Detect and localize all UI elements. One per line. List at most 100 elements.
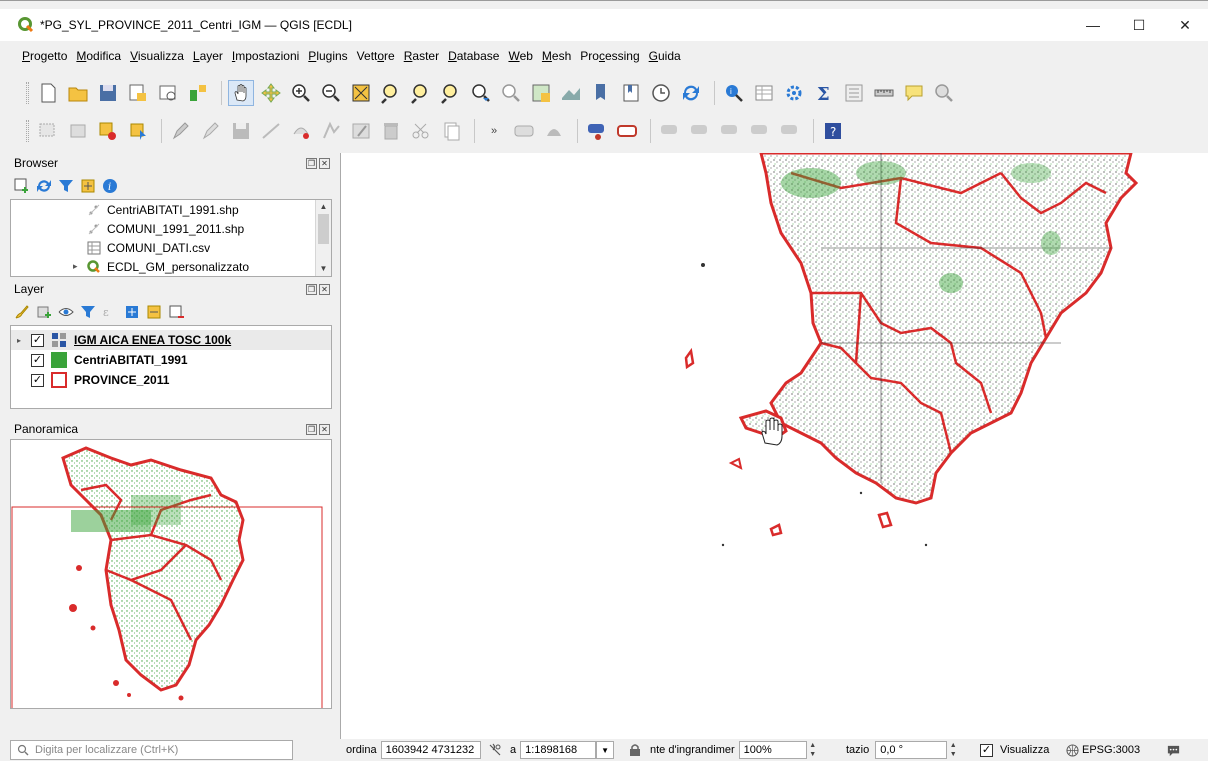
layer-visibility-checkbox[interactable]: ✓	[31, 353, 44, 367]
close-panel-button[interactable]: ✕	[319, 157, 330, 169]
remove-layer-icon[interactable]	[168, 304, 184, 320]
move-label-button[interactable]	[657, 118, 683, 144]
current-edits-button[interactable]	[168, 118, 194, 144]
rotation-field[interactable]: 0,0 °	[875, 741, 948, 759]
open-attribute-table-button[interactable]	[751, 80, 777, 106]
overview-map[interactable]	[10, 439, 332, 709]
menu-item[interactable]: Impostazioni	[232, 49, 299, 63]
copy-features-button[interactable]	[438, 118, 464, 144]
filter-expression-icon[interactable]: ε	[102, 304, 118, 320]
layer-visibility-checkbox[interactable]: ✓	[31, 333, 44, 347]
diagram-tool-button[interactable]	[777, 118, 803, 144]
zoom-to-selection-button[interactable]	[378, 80, 404, 106]
toggle-editing-button[interactable]	[198, 118, 224, 144]
new-print-layout-button[interactable]	[125, 80, 151, 106]
menu-item[interactable]: Web	[508, 49, 532, 63]
eye-icon[interactable]	[58, 304, 74, 320]
toolbar-grip[interactable]	[26, 120, 29, 142]
info-icon[interactable]: i	[102, 178, 118, 194]
menu-item[interactable]: Database	[448, 49, 499, 63]
help-button[interactable]: ?	[820, 118, 846, 144]
browser-scrollbar[interactable]: ▲ ▼	[315, 200, 331, 276]
menu-item[interactable]: Modifica	[76, 49, 121, 63]
minimize-button[interactable]: —	[1070, 9, 1116, 41]
filter-icon[interactable]	[58, 178, 74, 194]
layer-item[interactable]: ✓ CentriABITATI_1991	[11, 350, 331, 370]
layer-item[interactable]: ✓ PROVINCE_2011	[11, 370, 331, 390]
menu-item[interactable]: Processing	[580, 49, 639, 63]
measure-button[interactable]	[871, 80, 897, 106]
more-tools-button[interactable]: »	[481, 118, 507, 144]
magnifier-field[interactable]: 100%	[738, 741, 807, 759]
close-button[interactable]: ✕	[1162, 9, 1208, 41]
crs-section[interactable]: EPSG:3003	[1066, 740, 1140, 760]
multi-edit-button[interactable]	[318, 118, 344, 144]
select-by-value-button[interactable]	[65, 118, 91, 144]
menu-item[interactable]: Visualizza	[130, 49, 184, 63]
highlight-labels-button[interactable]	[614, 118, 640, 144]
scroll-down-arrow[interactable]: ▼	[316, 262, 331, 276]
paint-brush-icon[interactable]	[14, 304, 30, 320]
scroll-up-arrow[interactable]: ▲	[316, 200, 331, 214]
locator-search[interactable]: Digita per localizzare (Ctrl+K)	[10, 740, 293, 760]
vertex-tool-button[interactable]	[288, 118, 314, 144]
add-layer-icon[interactable]	[14, 178, 30, 194]
save-project-button[interactable]	[95, 80, 121, 106]
open-project-button[interactable]	[65, 80, 91, 106]
select-features-button[interactable]	[35, 118, 61, 144]
menu-item[interactable]: Layer	[193, 49, 223, 63]
browser-item[interactable]: CentriABITATI_1991.shp	[11, 200, 331, 219]
zoom-native-button[interactable]	[438, 80, 464, 106]
menu-item[interactable]: Guida	[649, 49, 681, 63]
zoom-out-button[interactable]	[318, 80, 344, 106]
delete-selected-button[interactable]	[378, 118, 404, 144]
new-bookmark-button[interactable]	[588, 80, 614, 106]
cut-features-button[interactable]	[408, 118, 434, 144]
zoom-in-button[interactable]	[288, 80, 314, 106]
map-tips-button[interactable]	[901, 80, 927, 106]
scale-dropdown-button[interactable]: ▼	[596, 741, 615, 759]
menu-item[interactable]: Progetto	[22, 49, 67, 63]
deselect-features-button[interactable]	[95, 118, 121, 144]
collapse-all-icon[interactable]	[80, 178, 96, 194]
identify-features-button[interactable]: i	[721, 80, 747, 106]
temporal-controller-button[interactable]	[648, 80, 674, 106]
zoom-to-layer-button[interactable]	[408, 80, 434, 106]
menu-item[interactable]: Mesh	[542, 49, 571, 63]
browser-item[interactable]: ▸ ECDL_GM_personalizzato	[11, 257, 331, 276]
close-panel-button[interactable]: ✕	[319, 423, 330, 435]
toolbox-button[interactable]	[781, 80, 807, 106]
expand-arrow-icon[interactable]: ▸	[73, 261, 87, 272]
render-checkbox[interactable]: ✓	[980, 743, 993, 757]
label-tool-button[interactable]	[511, 118, 537, 144]
scale-field[interactable]: 1:1898168	[520, 741, 597, 759]
expand-all-icon[interactable]	[124, 304, 140, 320]
float-panel-button[interactable]: ❐	[306, 423, 317, 435]
menu-item[interactable]: Vettore	[357, 49, 395, 63]
coordinate-field[interactable]: 1603942 4731232	[380, 741, 481, 759]
pan-to-selection-button[interactable]	[258, 80, 284, 106]
layer-item[interactable]: ▸ ✓ IGM AICA ENEA TOSC 100k	[11, 330, 331, 350]
add-group-icon[interactable]	[36, 304, 52, 320]
layout-manager-button[interactable]	[155, 80, 181, 106]
pin-labels-button[interactable]	[584, 118, 610, 144]
label-settings-button[interactable]	[541, 118, 567, 144]
map-canvas[interactable]	[340, 153, 1208, 739]
float-panel-button[interactable]: ❐	[306, 157, 317, 169]
change-label-button[interactable]	[747, 118, 773, 144]
expand-arrow-icon[interactable]: ▸	[17, 336, 31, 345]
edit-attributes-button[interactable]	[348, 118, 374, 144]
close-panel-button[interactable]: ✕	[319, 283, 330, 295]
rotate-label-button[interactable]	[717, 118, 743, 144]
browser-item[interactable]: COMUNI_DATI.csv	[11, 238, 331, 257]
selection-tools-button[interactable]	[125, 118, 151, 144]
scroll-thumb[interactable]	[318, 214, 329, 244]
layer-visibility-checkbox[interactable]: ✓	[31, 373, 44, 387]
toolbar-grip[interactable]	[26, 82, 29, 104]
refresh-button[interactable]	[678, 80, 704, 106]
maximize-button[interactable]: ☐	[1116, 9, 1162, 41]
rotation-spinner[interactable]: ▲ ▼	[947, 741, 959, 759]
new-map-view-button[interactable]	[528, 80, 554, 106]
refresh-icon[interactable]	[36, 178, 52, 194]
pan-map-button[interactable]	[228, 80, 254, 106]
